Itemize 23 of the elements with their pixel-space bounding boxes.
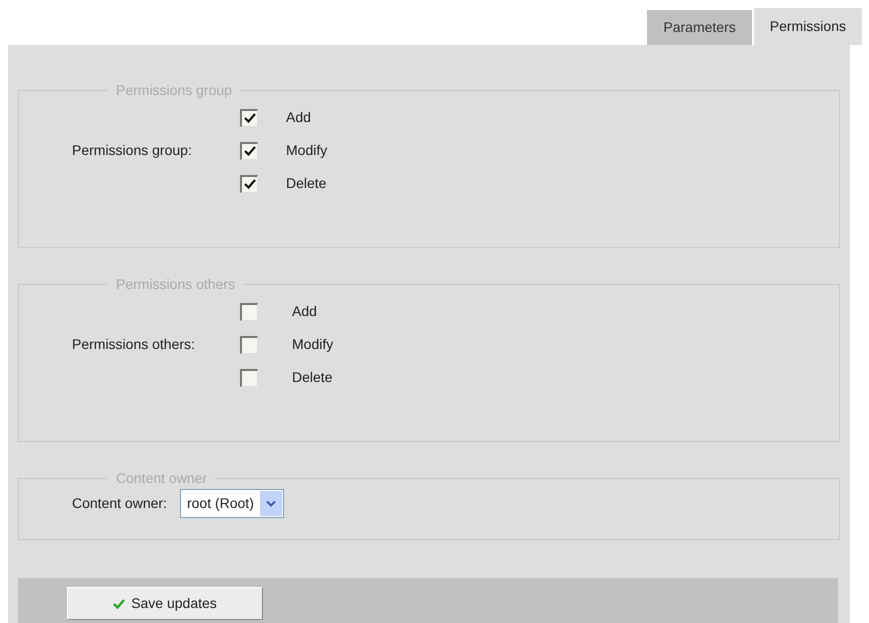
check-icon bbox=[244, 178, 256, 190]
checkbox-label[interactable]: Add bbox=[292, 301, 317, 322]
owner-select[interactable]: root (Root) bbox=[180, 489, 284, 518]
check-icon bbox=[244, 112, 256, 124]
checkbox[interactable] bbox=[240, 368, 258, 386]
checkbox[interactable] bbox=[240, 302, 258, 320]
checkbox[interactable] bbox=[240, 174, 258, 192]
tab[interactable]: Parameters bbox=[647, 10, 754, 45]
checkbox-label[interactable]: Modify bbox=[292, 334, 334, 355]
check-icon bbox=[244, 145, 256, 157]
checkbox[interactable] bbox=[240, 108, 258, 126]
checkbox-label[interactable]: Add bbox=[286, 107, 311, 128]
checkbox[interactable] bbox=[240, 336, 258, 354]
checkbox[interactable] bbox=[240, 142, 258, 160]
save-button[interactable]: Save updates bbox=[67, 587, 263, 620]
checkbox-label[interactable]: Delete bbox=[286, 173, 326, 194]
field-label: Permissions others: bbox=[72, 335, 196, 354]
field-label: Permissions group: bbox=[72, 141, 193, 160]
field-label: Content owner: bbox=[72, 494, 167, 513]
tab[interactable]: Permissions bbox=[754, 8, 862, 45]
checkbox-label[interactable]: Delete bbox=[292, 367, 332, 388]
check-icon bbox=[113, 598, 126, 608]
checkbox-label[interactable]: Modify bbox=[286, 140, 328, 161]
